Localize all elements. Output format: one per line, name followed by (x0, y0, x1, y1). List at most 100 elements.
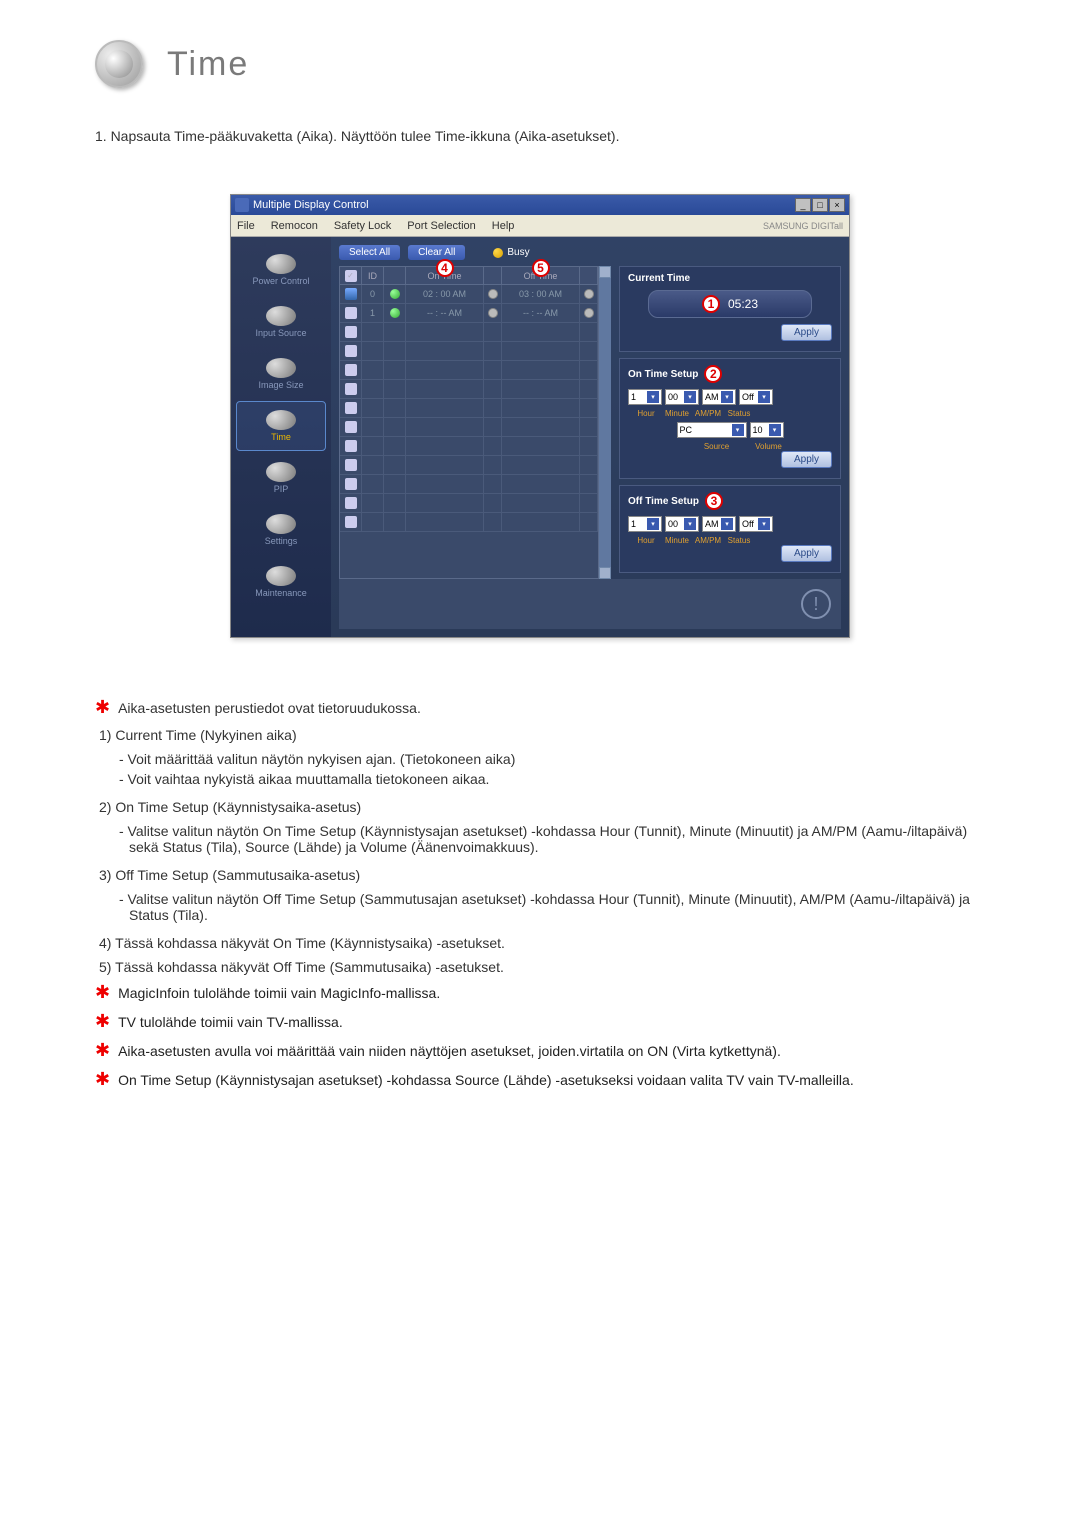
apply-button[interactable]: Apply (781, 324, 832, 341)
pip-icon (266, 462, 296, 482)
settings-icon (266, 514, 296, 534)
title-bar: Multiple Display Control _ □ × (231, 195, 849, 215)
callout-2: 2 (704, 365, 722, 383)
callout-1: 1 (702, 295, 720, 313)
menu-help[interactable]: Help (492, 220, 515, 232)
on-status-select[interactable]: Off▾ (739, 389, 773, 405)
off-status-select[interactable]: Off▾ (739, 516, 773, 532)
off-time-panel: Off Time Setup 3 1▾ 00▾ AM▾ Off▾ Hour (619, 485, 841, 573)
callout-4: 4 (436, 259, 454, 277)
on-hour-select[interactable]: 1▾ (628, 389, 662, 405)
off-ampm-select[interactable]: AM▾ (702, 516, 736, 532)
table-row[interactable] (340, 437, 598, 456)
table-scrollbar[interactable] (599, 266, 611, 579)
table-row[interactable] (340, 399, 598, 418)
col-off-time[interactable]: 5 Off Time (502, 267, 580, 284)
menu-file[interactable]: File (237, 220, 255, 232)
desc-subitem: - Valitse valitun näytön On Time Setup (… (119, 823, 985, 855)
sidebar-label: Power Control (252, 276, 309, 286)
app-window: Multiple Display Control _ □ × File Remo… (230, 194, 850, 638)
panel-title: Current Time (628, 273, 690, 284)
maintenance-icon (266, 566, 296, 586)
desc-text: Aika-asetusten perustiedot ovat tietoruu… (118, 698, 421, 719)
minimize-button[interactable]: _ (795, 198, 811, 212)
panel-title: Off Time Setup (628, 496, 699, 507)
menu-remocon[interactable]: Remocon (271, 220, 318, 232)
sidebar-item-settings[interactable]: Settings (236, 505, 326, 555)
desc-subitem: - Voit vaihtaa nykyistä aikaa muuttamall… (119, 771, 985, 787)
main-area: Select All Clear All Busy ✓ ID (331, 237, 849, 637)
sidebar-item-pip[interactable]: PIP (236, 453, 326, 503)
off-minute-select[interactable]: 00▾ (665, 516, 699, 532)
scroll-down-icon[interactable] (599, 567, 611, 579)
scroll-up-icon[interactable] (599, 266, 611, 278)
off-hour-select[interactable]: 1▾ (628, 516, 662, 532)
star-icon: ✱ (95, 698, 110, 718)
table-row[interactable] (340, 494, 598, 513)
sidebar-item-time[interactable]: Time (236, 401, 326, 451)
brand-label: SAMSUNG DIGITall (763, 221, 843, 231)
sidebar-item-image-size[interactable]: Image Size (236, 349, 326, 399)
sidebar-label: Time (271, 432, 291, 442)
apply-button[interactable]: Apply (781, 545, 832, 562)
desc-item-2: 2) On Time Setup (Käynnistysaika-asetus) (99, 799, 985, 815)
desc-text: Aika-asetusten avulla voi määrittää vain… (118, 1041, 781, 1062)
on-source-select[interactable]: PC▾ (677, 422, 747, 438)
table-row[interactable] (340, 475, 598, 494)
current-time-display: 1 05:23 (648, 290, 812, 318)
sidebar-label: Maintenance (255, 588, 307, 598)
sidebar-item-input[interactable]: Input Source (236, 297, 326, 347)
screenshot: Multiple Display Control _ □ × File Remo… (95, 194, 985, 638)
time-header-icon (95, 40, 143, 88)
table-row[interactable]: 1 -- : -- AM -- : -- AM (340, 304, 598, 323)
on-minute-select[interactable]: 00▾ (665, 389, 699, 405)
on-ampm-select[interactable]: AM▾ (702, 389, 736, 405)
sidebar-item-power[interactable]: Power Control (236, 245, 326, 295)
intro-text: 1. Napsauta Time-pääkuvaketta (Aika). Nä… (95, 128, 985, 144)
panel-title: On Time Setup (628, 369, 698, 380)
star-icon: ✱ (95, 1041, 110, 1061)
callout-5: 5 (532, 259, 550, 277)
apply-button[interactable]: Apply (781, 451, 832, 468)
table-row[interactable] (340, 380, 598, 399)
desc-item-1: 1) Current Time (Nykyinen aika) (99, 727, 985, 743)
desc-subitem: - Valitse valitun näytön Off Time Setup … (119, 891, 985, 923)
sidebar-label: Input Source (255, 328, 306, 338)
clear-all-button[interactable]: Clear All (408, 245, 465, 260)
image-size-icon (266, 358, 296, 378)
desc-text: On Time Setup (Käynnistysajan asetukset)… (118, 1070, 854, 1091)
page-title: Time (167, 45, 249, 84)
star-icon: ✱ (95, 983, 110, 1003)
menu-port-selection[interactable]: Port Selection (407, 220, 475, 232)
window-title: Multiple Display Control (253, 199, 795, 211)
menu-bar: File Remocon Safety Lock Port Selection … (231, 215, 849, 237)
table-row[interactable] (340, 342, 598, 361)
desc-text: MagicInfoin tulolähde toimii vain MagicI… (118, 983, 440, 1004)
sidebar-item-maintenance[interactable]: Maintenance (236, 557, 326, 607)
busy-indicator: Busy (493, 247, 529, 258)
table-row[interactable] (340, 418, 598, 437)
sidebar-label: PIP (274, 484, 289, 494)
maximize-button[interactable]: □ (812, 198, 828, 212)
select-all-button[interactable]: Select All (339, 245, 400, 260)
desc-item-5: 5) Tässä kohdassa näkyvät Off Time (Samm… (99, 959, 985, 975)
current-time-panel: Current Time 1 05:23 Apply (619, 266, 841, 352)
on-time-panel: On Time Setup 2 1▾ 00▾ AM▾ Off▾ Hour (619, 358, 841, 479)
status-bar: ! (339, 579, 841, 629)
display-table: ✓ ID 4 On Time 5 Off Time (339, 266, 599, 579)
table-row[interactable] (340, 456, 598, 475)
table-row[interactable] (340, 361, 598, 380)
sidebar-label: Image Size (258, 380, 303, 390)
busy-icon (493, 248, 503, 258)
table-row[interactable] (340, 323, 598, 342)
desc-text: TV tulolähde toimii vain TV-mallissa. (118, 1012, 343, 1033)
star-icon: ✱ (95, 1012, 110, 1032)
close-button[interactable]: × (829, 198, 845, 212)
col-on-time[interactable]: 4 On Time (406, 267, 484, 284)
table-row[interactable] (340, 513, 598, 532)
time-icon (266, 410, 296, 430)
menu-safety-lock[interactable]: Safety Lock (334, 220, 391, 232)
col-id[interactable]: ID (362, 267, 384, 284)
on-volume-select[interactable]: 10▾ (750, 422, 784, 438)
table-row[interactable]: 0 02 : 00 AM 03 : 00 AM (340, 285, 598, 304)
